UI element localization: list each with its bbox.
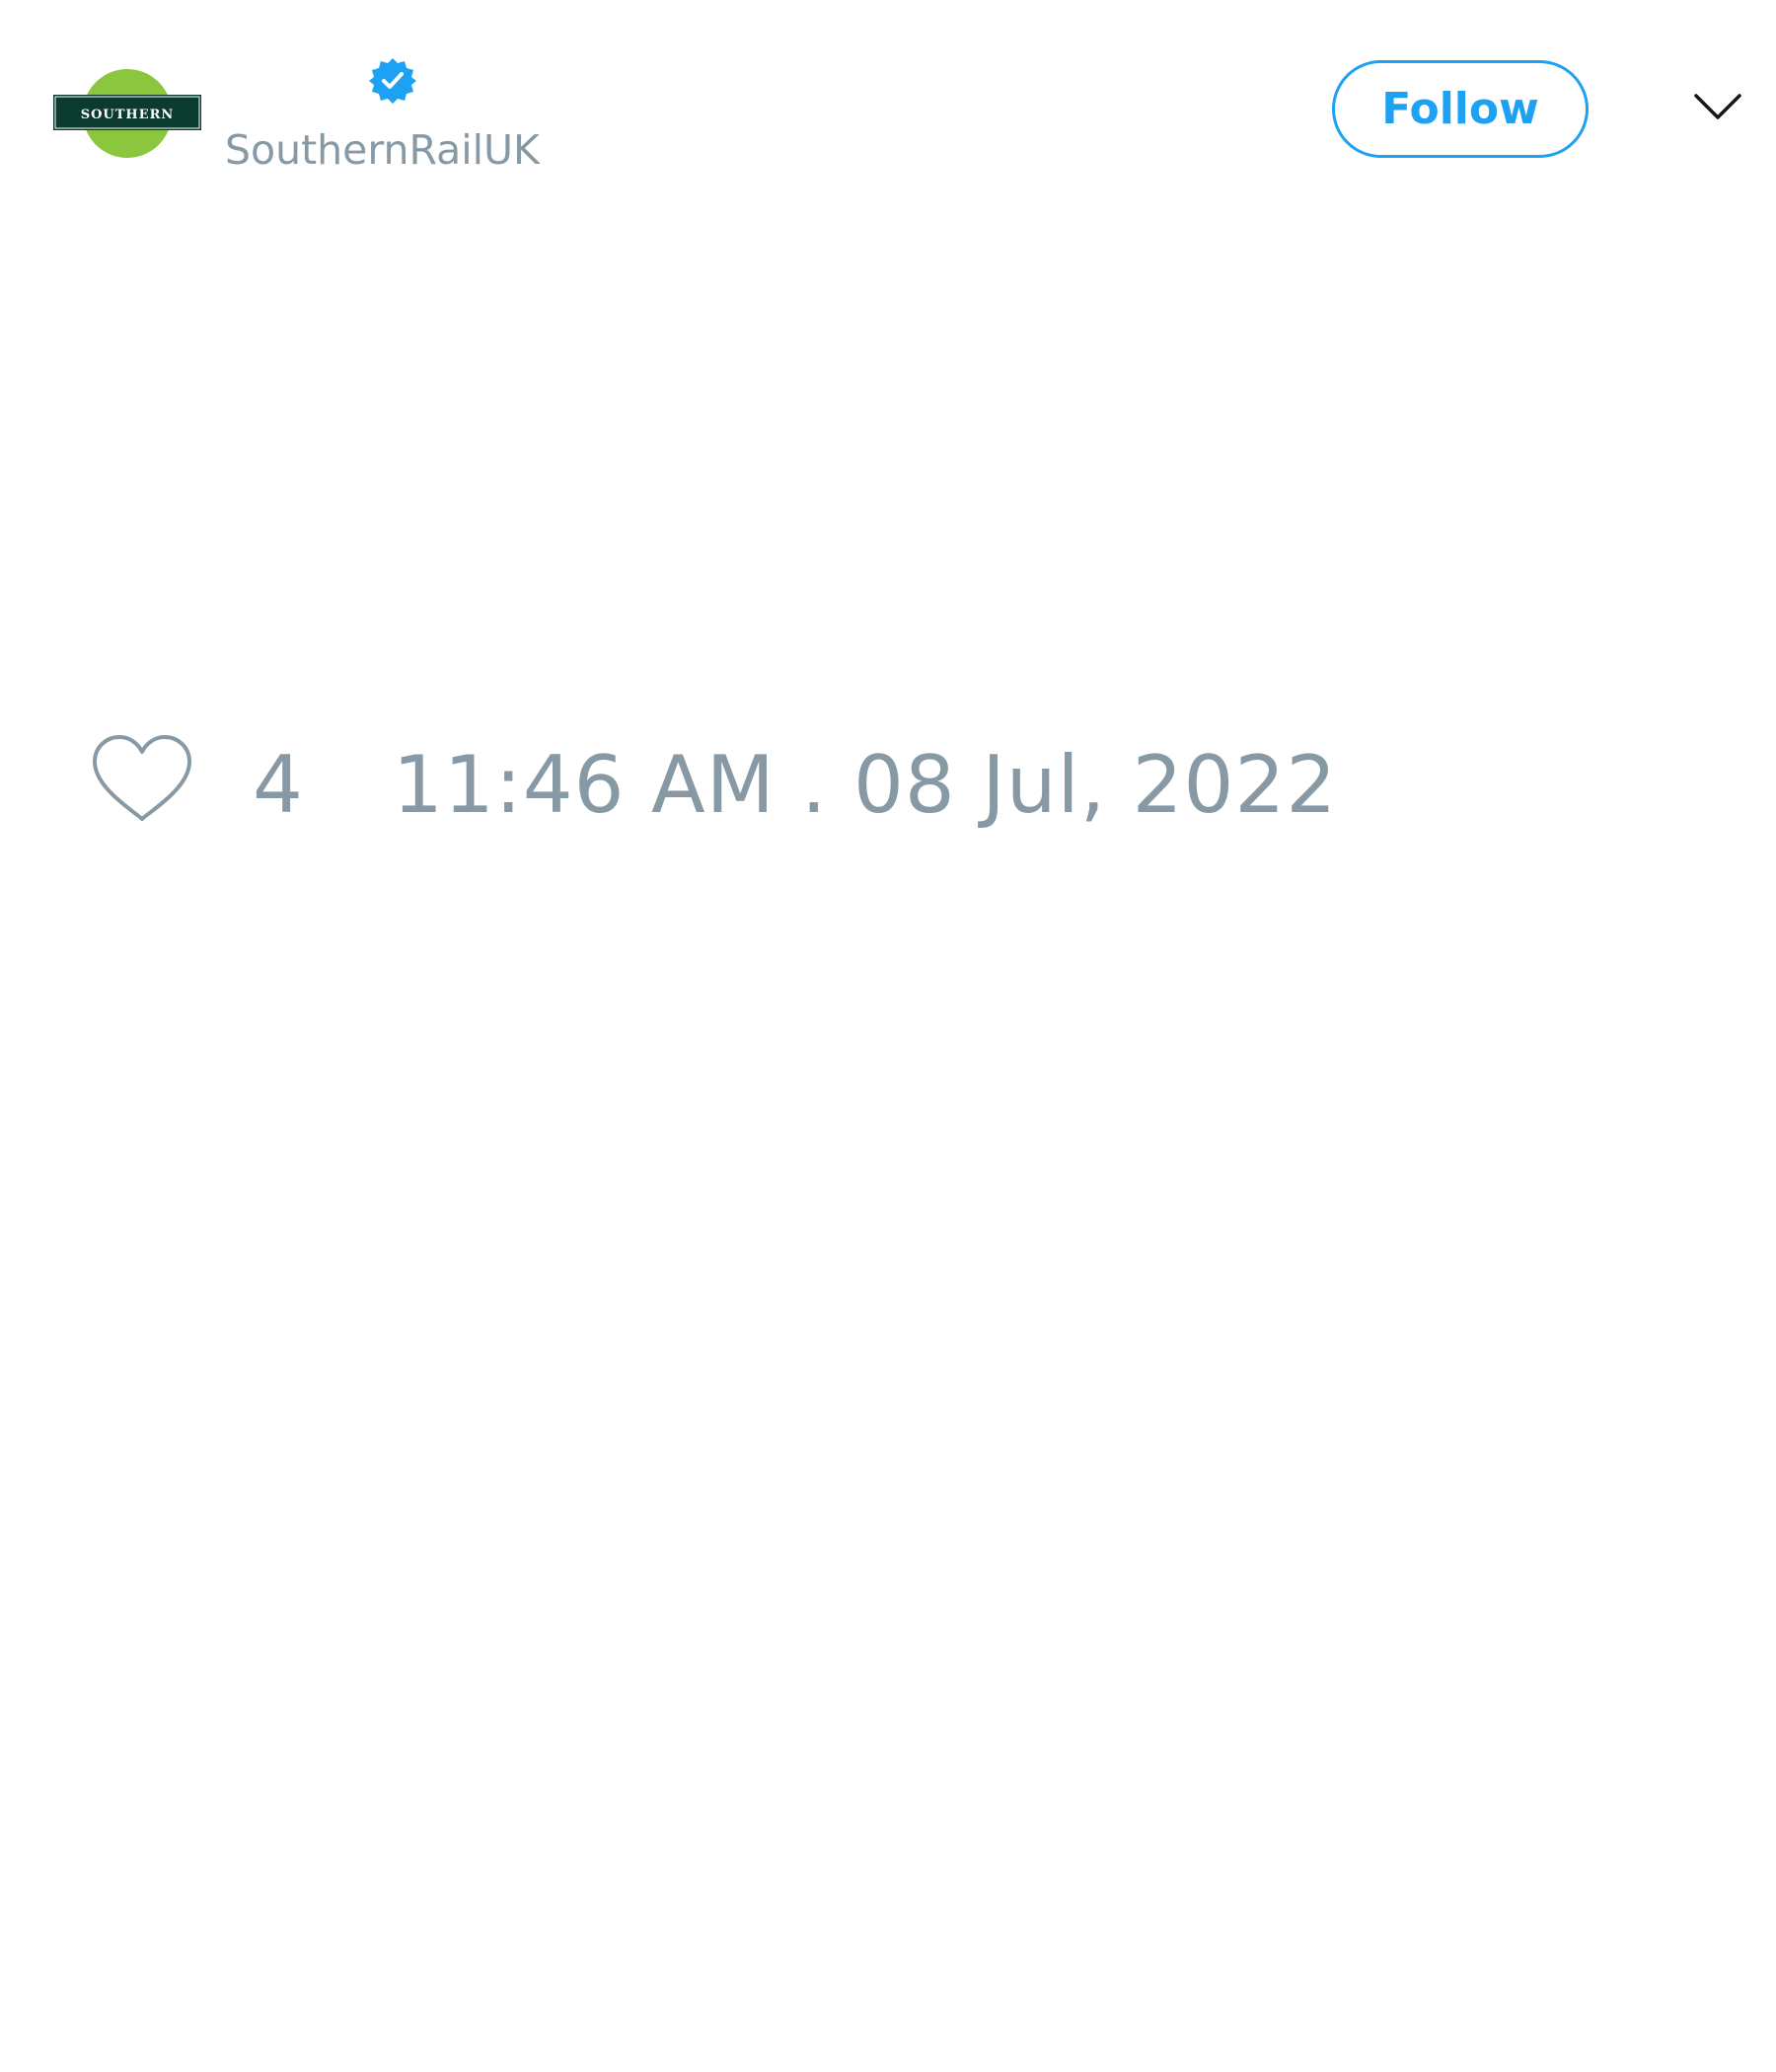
svg-text:SOUTHERN: SOUTHERN: [81, 108, 175, 122]
tweet-header: SOUTHERN SouthernRailUK Follow: [0, 0, 1776, 227]
southern-rail-logo: SOUTHERN: [53, 69, 201, 158]
like-count: 4: [253, 739, 303, 831]
tweet-timestamp[interactable]: 11:46 AM . 08 Jul, 2022: [393, 738, 1337, 833]
avatar[interactable]: SOUTHERN: [53, 62, 201, 166]
heart-outline-icon[interactable]: [89, 732, 195, 827]
verified-badge-icon: [368, 56, 417, 106]
chevron-down-icon[interactable]: [1692, 91, 1743, 122]
follow-button[interactable]: Follow: [1332, 60, 1589, 158]
tweet-footer: 4 11:46 AM . 08 Jul, 2022: [0, 720, 1776, 839]
author-handle[interactable]: SouthernRailUK: [225, 125, 540, 175]
